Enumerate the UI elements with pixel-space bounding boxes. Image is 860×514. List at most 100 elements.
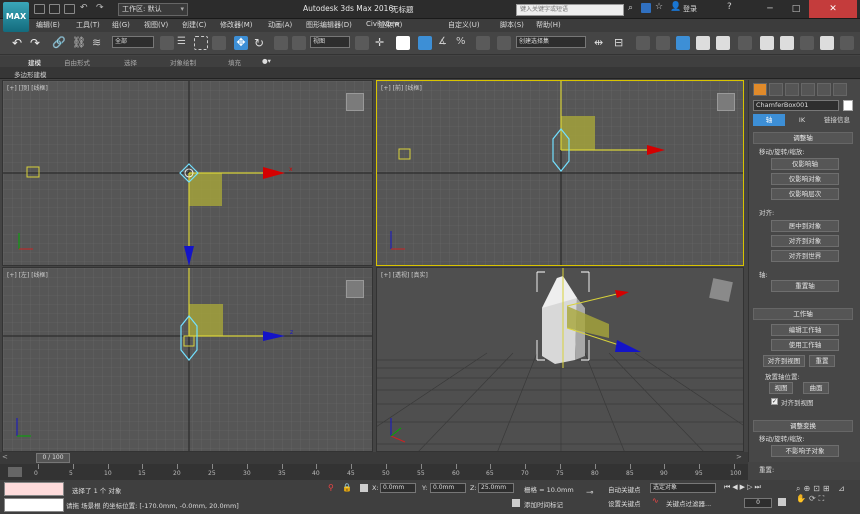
snaps-toggle-icon[interactable] [418,36,432,50]
menu-graph-editors[interactable]: 图形编辑器(D) [306,20,352,30]
tab-selection[interactable]: 选择 [124,57,137,67]
mirror-icon[interactable]: ⇹ [594,36,608,50]
render-setup-icon[interactable] [738,36,752,50]
menu-tools[interactable]: 工具(T) [76,20,100,30]
select-object-icon[interactable] [160,36,174,50]
viewport-top-label[interactable]: [+] [顶] [线框] [7,83,48,92]
abs-rel-icon[interactable] [360,484,368,492]
window-crossing-icon[interactable] [212,36,226,50]
create-tab-icon[interactable] [753,83,767,96]
display-tab-icon[interactable] [817,83,831,96]
viewcube-left-icon[interactable] [346,280,364,298]
align-icon[interactable]: ⊟ [614,36,628,50]
star-icon[interactable]: ☆ [655,2,663,12]
object-color-swatch[interactable] [843,100,853,111]
hierarchy-tab-icon[interactable] [785,83,799,96]
time-tag-icon[interactable] [512,499,520,507]
ref-coord-dropdown[interactable]: 视图 [310,36,350,48]
subscription-icon[interactable] [641,3,651,13]
material-editor-icon[interactable] [716,36,730,50]
align-to-view-button[interactable]: 对齐到视图 [763,355,805,367]
select-manipulate-icon[interactable]: ✛ [375,36,389,50]
viewcube-perspective-icon[interactable] [709,278,733,302]
time-slider[interactable]: < 0 / 100 > [0,452,748,464]
playback-controls[interactable]: ⏮◀▶▷⏭ [724,483,763,492]
ribbon-toggle-icon[interactable] [656,36,670,50]
menu-scripting[interactable]: 脚本(S) [500,20,524,30]
center-to-object-button[interactable]: 居中到对象 [771,220,839,232]
menu-help[interactable]: 帮助(H) [536,20,561,30]
rollout-working-pivot[interactable]: 工作轴 [753,308,853,320]
menu-customize[interactable]: 自定义(U) [448,20,480,30]
rollout-adjust-pivot[interactable]: 调整轴 [753,132,853,144]
y-coord-field[interactable]: 0.0mm [430,483,466,493]
viewcube-front-icon[interactable] [717,93,735,111]
viewport-top[interactable]: x [+] [顶] [线框] [2,80,373,266]
x-coord-field[interactable]: 0.0mm [380,483,416,493]
menu-create[interactable]: 创建(C) [182,20,206,30]
next-frame-icon[interactable]: > [736,453,742,461]
pivot-center-icon[interactable] [355,36,369,50]
utilities-tab-icon[interactable] [833,83,847,96]
maxscript-output-field[interactable] [4,498,64,512]
menu-group[interactable]: 组(G) [112,20,130,30]
render-active-icon[interactable] [820,36,834,50]
menu-animation[interactable]: 动画(A) [268,20,292,30]
key-filters-button[interactable]: 关键点过滤器... [666,498,711,508]
named-selection-dropdown[interactable]: 创建选择集 [516,36,586,48]
tab-modeling[interactable]: 建模 [28,57,41,67]
current-frame-field[interactable]: 0 [744,498,772,508]
lock-icon[interactable]: 🔒 [342,483,352,492]
undo-icon[interactable]: ↶ [12,36,26,50]
track-bar[interactable]: 0 5 10 15 20 25 30 35 40 45 50 55 60 65 70 75 80 85 90 95 10… [0,464,748,480]
affect-hierarchy-only-button[interactable]: 仅影响层次 [771,188,839,200]
dont-affect-children-button[interactable]: 不影响子对象 [771,445,839,457]
motion-tab-icon[interactable] [801,83,815,96]
ribbon-options-icon[interactable]: ●▾ [262,57,271,65]
place-icon[interactable] [292,36,306,50]
rendered-frame-icon[interactable] [760,36,774,50]
affect-pivot-only-button[interactable]: 仅影响轴 [771,158,839,170]
reset-pivot-button[interactable]: 重置轴 [771,280,839,292]
selection-filter-dropdown[interactable]: 全部 [112,36,154,48]
key-icon[interactable]: ⊸ [586,488,594,498]
undo-icon[interactable]: ↶ [80,3,88,13]
auto-key-button[interactable]: 自动关键点 [608,484,641,494]
menu-edit[interactable]: 编辑(E) [36,20,60,30]
mini-curve-editor-icon[interactable] [8,467,22,477]
edit-working-pivot-button[interactable]: 编辑工作轴 [771,324,839,336]
a360-icon[interactable] [840,36,854,50]
save-file-icon[interactable] [64,4,75,14]
maximize-button[interactable]: □ [783,0,809,18]
time-slider-thumb[interactable]: 0 / 100 [36,453,70,463]
z-coord-field[interactable]: 25.0mm [478,483,514,493]
use-working-pivot-button[interactable]: 使用工作轴 [771,339,839,351]
align-to-object-button[interactable]: 对齐到对象 [771,235,839,247]
set-key-button[interactable]: 设置关键点 [608,498,641,508]
viewport-nav-controls[interactable]: ⌕⊕⊡⊞ ⊿✋⟳⛶ [796,484,856,510]
menu-views[interactable]: 视图(V) [144,20,168,30]
workspace-dropdown[interactable]: 工作区: 默认 ▾ [118,3,188,16]
render-production-icon[interactable] [780,36,794,50]
tab-pivot[interactable]: 轴 [753,114,785,126]
move-icon[interactable]: ✥ [234,36,248,50]
viewport-perspective[interactable]: [+] [透视] [真实] [376,267,744,452]
viewport-front[interactable]: [+] [前] [线框] [376,80,744,266]
rollout-adjust-transform[interactable]: 调整变换 [753,420,853,432]
tab-link-info[interactable]: 链接信息 [819,114,855,126]
search-icon[interactable]: ⌕ [628,3,633,13]
object-name-field[interactable]: ChamferBox001 [753,100,839,111]
bind-space-warp-icon[interactable]: ≋ [92,36,106,50]
render-iterative-icon[interactable] [800,36,814,50]
user-icon[interactable]: 👤 [670,2,681,12]
key-filter-icon[interactable]: ∿ [652,496,662,506]
edit-named-sel-icon[interactable] [497,36,511,50]
tab-object-paint[interactable]: 对象绘制 [170,57,196,67]
affect-object-only-button[interactable]: 仅影响对象 [771,173,839,185]
schematic-view-icon[interactable] [696,36,710,50]
tab-freeform[interactable]: 自由形式 [64,57,90,67]
viewport-left[interactable]: z [+] [左] [线框] [2,267,373,452]
tab-populate[interactable]: 填充 [228,57,241,67]
viewcube-top-icon[interactable] [346,93,364,111]
redo-icon[interactable]: ↷ [96,3,104,13]
